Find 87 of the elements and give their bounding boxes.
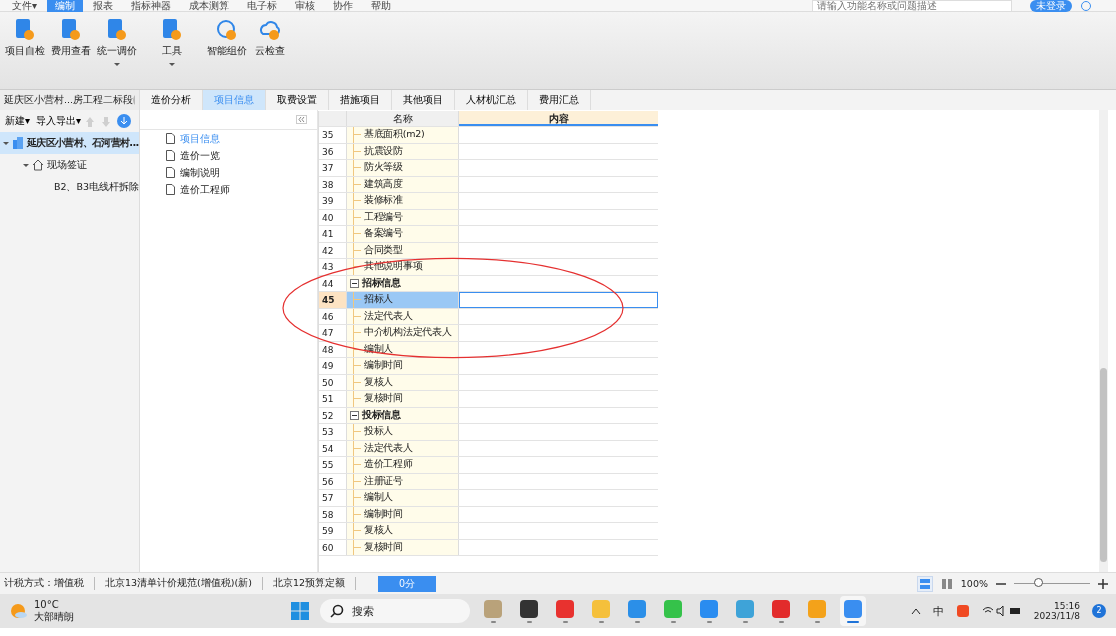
document-icon xyxy=(166,167,175,178)
table-cell[interactable]: 复核人 xyxy=(347,523,459,539)
network-sound-battery-icon[interactable] xyxy=(981,605,1022,617)
tree-item[interactable]: 延庆区小营村、石河营村... xyxy=(0,132,139,154)
table-cell[interactable]: 投标人 xyxy=(347,424,459,440)
weather-text: 大部晴朗 xyxy=(34,611,74,623)
collapse-button[interactable] xyxy=(296,115,307,124)
column-header: 名称 xyxy=(347,111,459,126)
building-icon xyxy=(12,137,24,149)
nav-item[interactable]: 造价工程师 xyxy=(140,181,317,198)
temperature: 10°C xyxy=(34,599,60,611)
zoom-level: 100% xyxy=(960,578,988,589)
row-number: 41 xyxy=(319,226,347,242)
status-text: 北京12预算定额 xyxy=(272,577,346,590)
clock-date: 2023/11/8 xyxy=(1033,611,1080,621)
row-number: 53 xyxy=(319,424,347,440)
toolbar-button[interactable]: 云检查 xyxy=(252,16,288,60)
column-header: 内容 xyxy=(459,111,658,126)
status-text: 北京13清单计价规范(增值税)(新) xyxy=(105,577,253,590)
weather-icon xyxy=(10,602,28,620)
tree-item[interactable]: 现场签证 xyxy=(0,154,139,176)
table-cell[interactable]: 装修标准 xyxy=(347,193,459,209)
toolbar-button[interactable]: 统一调价 xyxy=(96,16,138,71)
document-icon xyxy=(166,150,175,161)
menu-item[interactable]: 电子标 xyxy=(239,0,286,12)
row-number: 57 xyxy=(319,490,347,506)
row-number: 49 xyxy=(319,358,347,374)
menu-item[interactable]: 帮助 xyxy=(363,0,400,12)
toolbar-button[interactable]: 导入导出▾ xyxy=(34,114,84,128)
row-number: 51 xyxy=(319,391,347,407)
collapse-icon[interactable] xyxy=(350,410,359,420)
table-cell[interactable]: 基底面积(m2) xyxy=(347,127,459,143)
chevron-up-icon[interactable] xyxy=(910,607,921,615)
menu-item[interactable]: 文件▾ xyxy=(4,0,46,12)
toolbar-button[interactable]: 费用查看 xyxy=(50,16,92,60)
toolbar-button[interactable]: 工具 xyxy=(154,16,190,71)
row-number: 35 xyxy=(319,127,347,143)
table-cell[interactable]: 编制时间 xyxy=(347,358,459,374)
row-number: 37 xyxy=(319,160,347,176)
table-cell[interactable]: 编制人 xyxy=(347,490,459,506)
notification-badge[interactable]: 2 xyxy=(1092,604,1106,618)
search-field[interactable]: 请输入功能名称或问题描述 xyxy=(812,0,1012,12)
table-cell[interactable]: 招标人 xyxy=(347,292,459,308)
house-icon xyxy=(32,159,44,171)
clock-time: 15:16 xyxy=(1054,601,1080,611)
download-icon[interactable] xyxy=(117,114,132,128)
menu-item[interactable]: 协作 xyxy=(325,0,362,12)
taskbar-search[interactable]: 搜索 xyxy=(320,599,470,623)
table-cell[interactable]: 造价工程师 xyxy=(347,457,459,473)
table-cell[interactable]: 备案编号 xyxy=(347,226,459,242)
search-icon xyxy=(330,604,344,618)
menu-item[interactable]: 报表 xyxy=(85,0,122,12)
toolbar-button[interactable]: 新建▾ xyxy=(3,114,33,128)
input-field[interactable] xyxy=(459,292,658,308)
collapse-icon[interactable] xyxy=(350,278,359,288)
columns-icon[interactable] xyxy=(940,577,953,590)
start-icon[interactable] xyxy=(290,601,310,621)
row-number: 39 xyxy=(319,193,347,209)
toolbar-button[interactable]: 项目自检 xyxy=(4,16,46,60)
row-number: 55 xyxy=(319,457,347,473)
nav-item[interactable]: 造价一览 xyxy=(140,147,317,164)
document-icon xyxy=(166,133,175,144)
project-title: 延庆区小营村...房工程二标段 xyxy=(4,93,134,107)
scrollbar-thumb[interactable] xyxy=(1100,368,1107,562)
input-method-icon[interactable] xyxy=(955,604,970,618)
row-number: 59 xyxy=(319,523,347,539)
nav-item[interactable]: 编制说明 xyxy=(140,164,317,181)
nav-item[interactable]: 项目信息 xyxy=(140,130,317,147)
menu-item[interactable]: 审核 xyxy=(287,0,324,12)
row-number: 45 xyxy=(319,292,347,308)
table-cell[interactable]: 复核时间 xyxy=(347,391,459,407)
layout-icon[interactable] xyxy=(916,575,933,592)
ime-indicator[interactable]: 中 xyxy=(932,603,944,619)
table-cell[interactable]: 中介机构法定代表人 xyxy=(347,325,459,341)
document-icon xyxy=(106,18,128,42)
row-number: 43 xyxy=(319,259,347,275)
zoom-in-button[interactable] xyxy=(1098,578,1108,589)
taskbar-app[interactable] xyxy=(840,596,866,626)
document-icon xyxy=(166,184,175,195)
tree-item[interactable]: B2、B3电线杆拆除 xyxy=(0,176,139,198)
table-cell[interactable]: 防火等级 xyxy=(347,160,459,176)
menu-item[interactable]: 指标神器 xyxy=(123,0,180,12)
status-text: 计税方式：增值税 xyxy=(4,577,85,590)
row-number: 47 xyxy=(319,325,347,341)
toolbar-button[interactable]: 智能组价 xyxy=(206,16,248,60)
menu-item[interactable]: 成本测算 xyxy=(181,0,238,12)
document-icon xyxy=(60,18,82,42)
